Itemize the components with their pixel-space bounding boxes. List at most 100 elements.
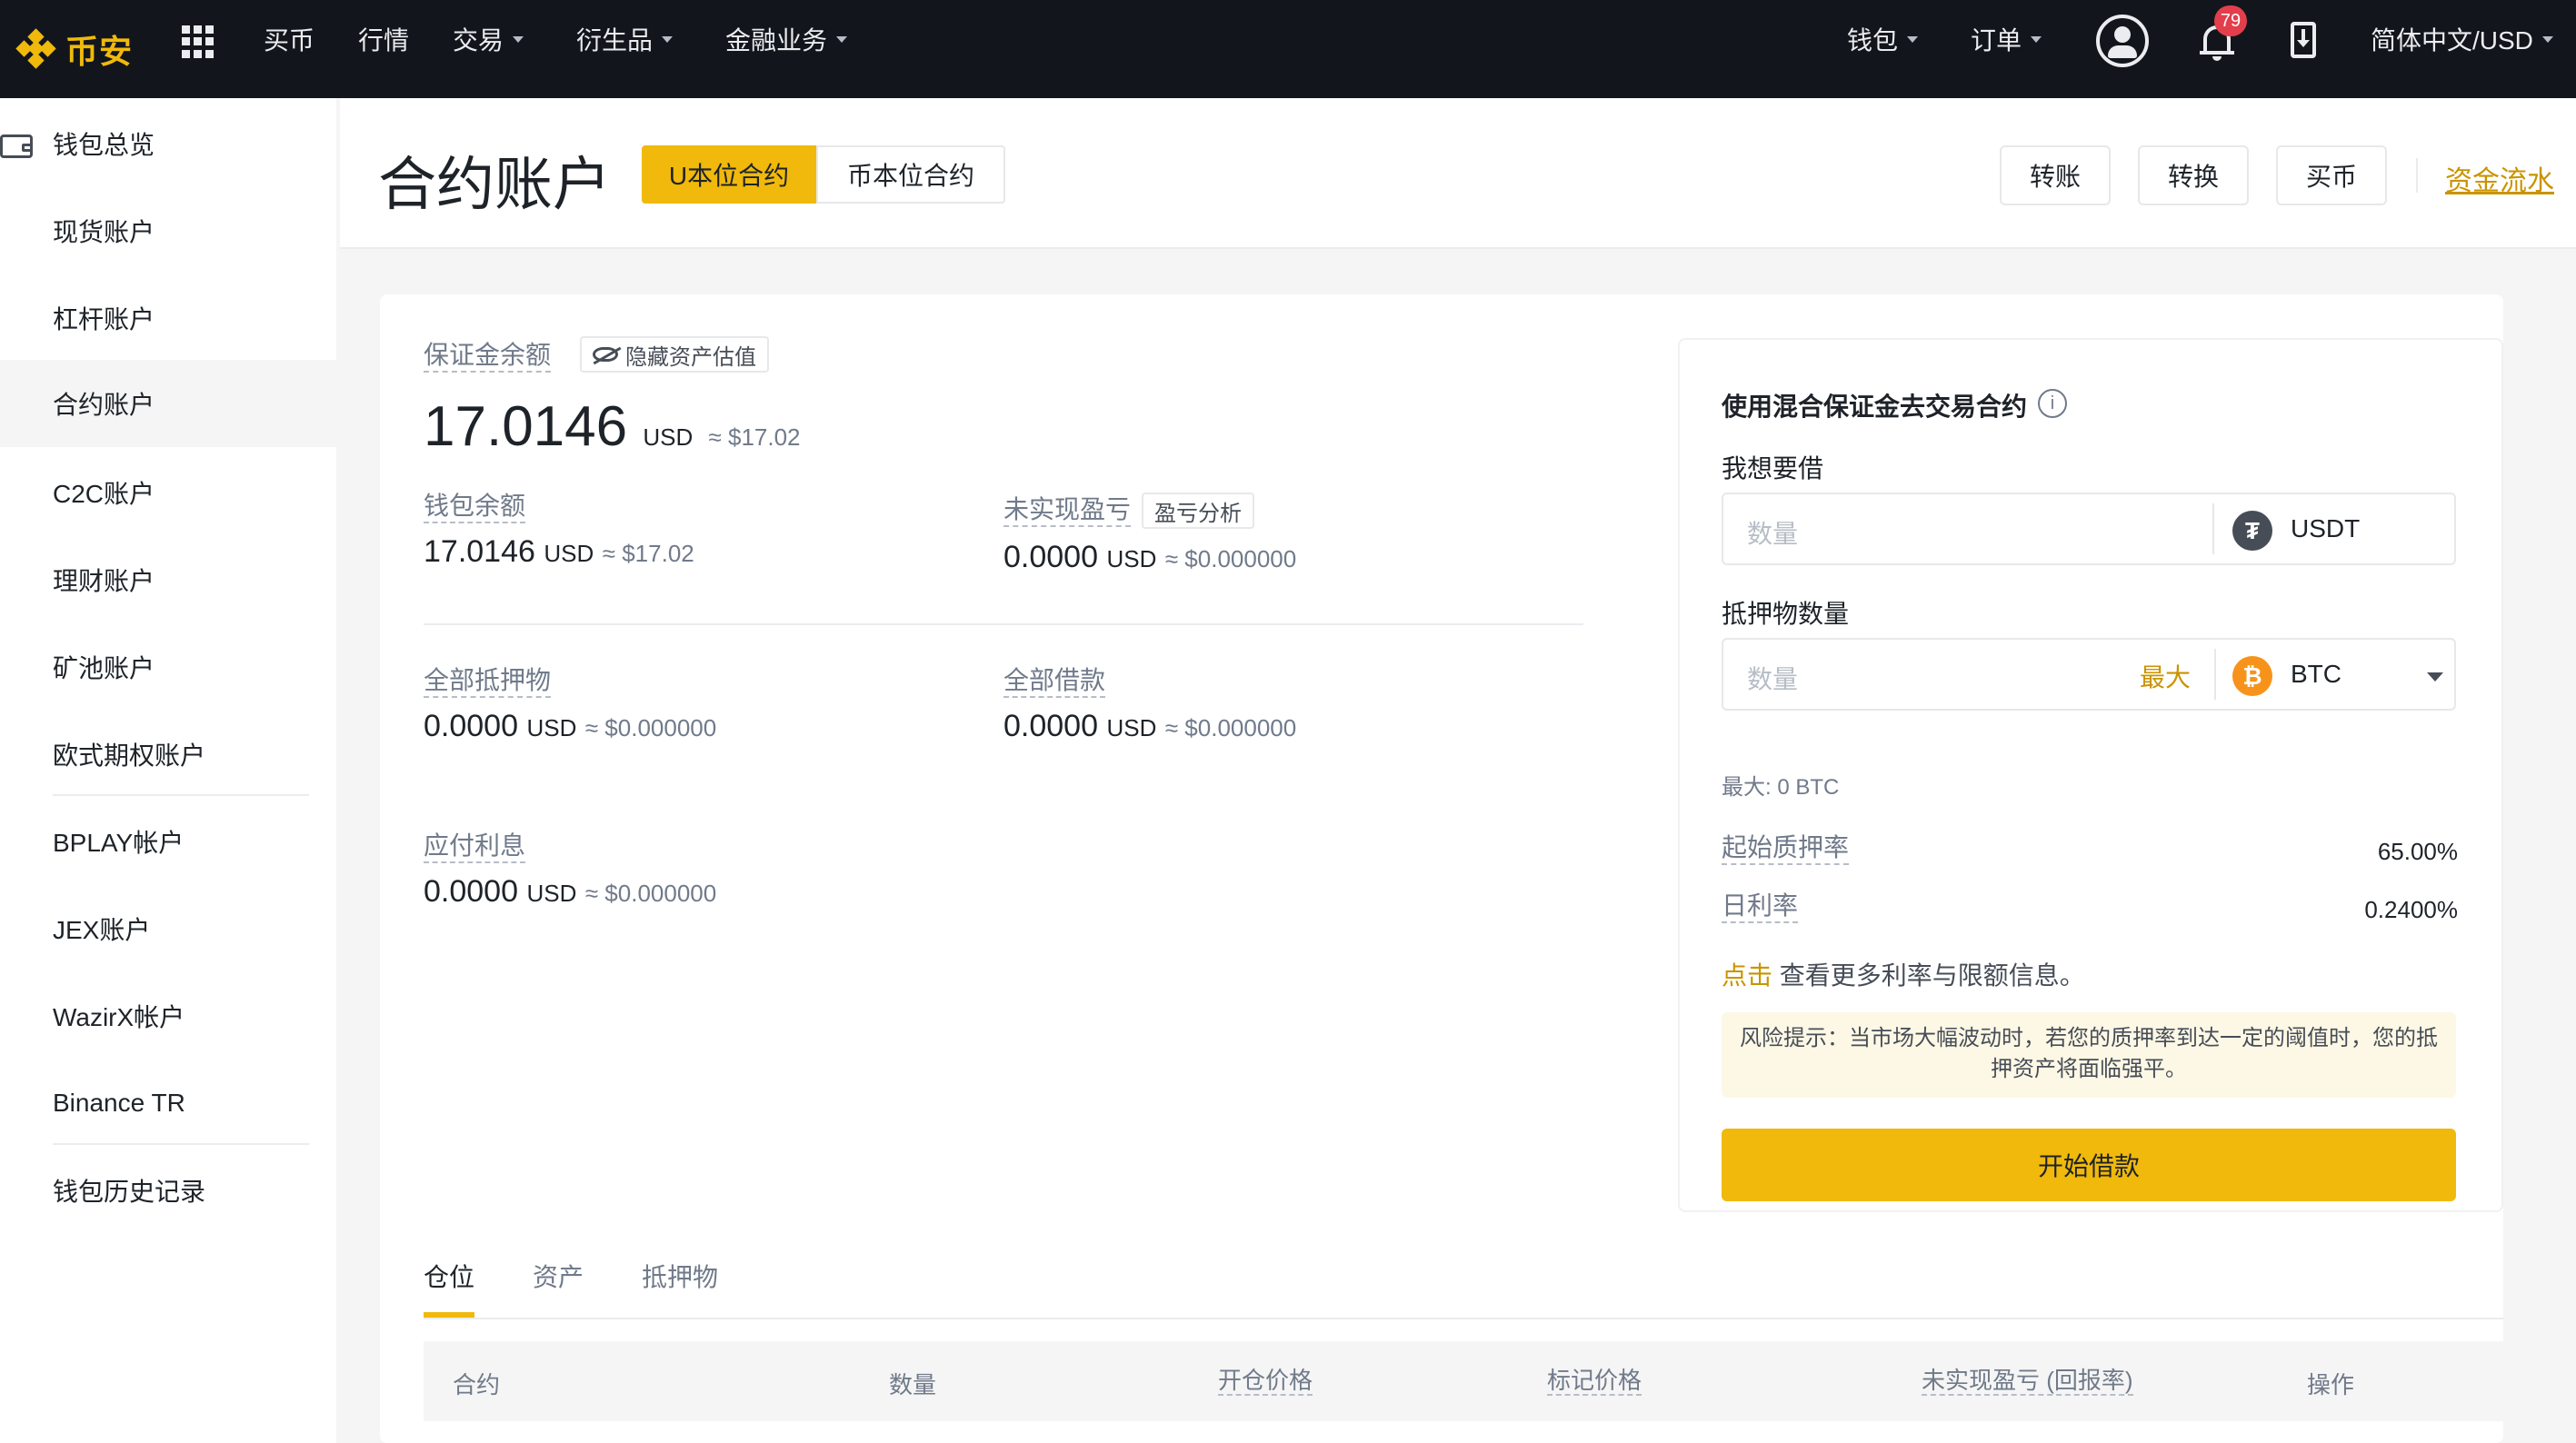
risk-warning-box: 风险提示：当市场大幅波动时，若您的质押率到达一定的阈值时，您的抵押资产将面临强平… (1722, 1012, 2456, 1098)
margin-balance-label: 保证金余额 (424, 340, 552, 373)
sidebar-item-label: BPLAY帐户 (53, 829, 185, 857)
pnl-analysis-button[interactable]: 盈亏分析 (1142, 493, 1254, 529)
column-header-unrealized-pnl: 未实现盈亏 (回报率) (1922, 1367, 2133, 1396)
chevron-down-icon (2031, 35, 2042, 43)
field-divider (2212, 503, 2214, 554)
notification-badge: 79 (2214, 5, 2247, 36)
interest-payable-approx: ≈ $0.000000 (584, 880, 717, 907)
nav-buy-crypto-label: 买币 (264, 26, 315, 55)
collateral-amount-label: 抵押物数量 (1722, 600, 1850, 628)
collateral-coin-name[interactable]: BTC (2291, 660, 2341, 689)
transaction-history-link[interactable]: 资金流水 (2445, 158, 2554, 198)
start-borrow-button[interactable]: 开始借款 (1722, 1129, 2456, 1201)
column-header-mark-price: 标记价格 (1547, 1367, 1642, 1396)
margin-balance-approx: ≈ $17.02 (708, 423, 801, 451)
borrow-amount-input[interactable]: 数量 (1747, 514, 1798, 551)
tab-collateral[interactable]: 抵押物 (642, 1258, 718, 1294)
total-borrowed-label: 全部借款 (1003, 665, 1106, 698)
tab-positions[interactable]: 仓位 (424, 1258, 474, 1294)
sidebar-item-spot[interactable]: 现货账户 (0, 191, 336, 271)
more-rates-line: 点击 查看更多利率与限额信息。 (1722, 956, 2085, 992)
language-currency-selector[interactable]: 简体中文/USD (2371, 0, 2553, 78)
collateral-amount-input[interactable]: 数量 (1747, 660, 1798, 696)
borrow-amount-field: 数量 ₮ USDT (1722, 493, 2456, 565)
sidebar-item-binance-tr[interactable]: Binance TR (0, 1063, 336, 1143)
nav-orders[interactable]: 订单 (1971, 0, 2042, 78)
sidebar-item-label: C2C账户 (53, 480, 155, 508)
sidebar-item-c2c[interactable]: C2C账户 (0, 453, 336, 532)
sidebar-item-jex[interactable]: JEX账户 (0, 889, 336, 969)
wallet-balance-unit: USD (544, 540, 594, 567)
apps-grid-icon[interactable] (182, 25, 215, 58)
total-collateral-label: 全部抵押物 (424, 665, 552, 698)
nav-finance[interactable]: 金融业务 (725, 0, 848, 78)
sidebar-item-wazirx[interactable]: WazirX帐户 (0, 976, 336, 1056)
nav-markets-label: 行情 (358, 26, 410, 55)
sidebar-item-options[interactable]: 欧式期权账户 (0, 714, 336, 794)
tab-usdm-futures[interactable]: U本位合约 (642, 145, 816, 204)
interest-payable-value: 0.0000 USD ≈ $0.000000 (424, 874, 716, 910)
total-collateral-value: 0.0000 USD ≈ $0.000000 (424, 709, 716, 744)
nav-trade[interactable]: 交易 (453, 0, 524, 78)
chevron-down-icon (836, 35, 848, 43)
borrow-amount-label: 我想要借 (1722, 454, 1824, 483)
sidebar-item-pool[interactable]: 矿池账户 (0, 627, 336, 707)
hide-balance-label: 隐藏资产估值 (625, 344, 756, 370)
hide-balance-toggle[interactable]: 隐藏资产估值 (580, 336, 769, 373)
nav-buy-crypto[interactable]: 买币 (264, 0, 315, 78)
tab-coinm-futures[interactable]: 币本位合约 (816, 145, 1005, 204)
unrealized-pnl-approx: ≈ $0.000000 (1164, 545, 1297, 572)
sidebar-item-label: 合约账户 (53, 391, 155, 419)
more-rates-text: 查看更多利率与限额信息。 (1779, 961, 2085, 990)
wallet-balance-value: 17.0146 USD ≈ $17.02 (424, 534, 694, 570)
tabs-divider (424, 1318, 2503, 1319)
interest-payable-amount: 0.0000 (424, 874, 518, 909)
margin-balance-value: 17.0146 USD ≈ $17.02 (424, 394, 801, 459)
nav-markets[interactable]: 行情 (358, 0, 409, 78)
nav-finance-label: 金融业务 (725, 26, 828, 55)
chevron-down-icon[interactable] (2427, 672, 2443, 682)
sidebar-divider (53, 1143, 309, 1145)
binance-logo[interactable]: 币安 (15, 20, 133, 78)
wallet-balance-amount: 17.0146 (424, 534, 535, 569)
tab-assets[interactable]: 资产 (533, 1258, 584, 1294)
nav-trade-label: 交易 (453, 26, 504, 55)
total-collateral-amount: 0.0000 (424, 709, 518, 743)
convert-button[interactable]: 转换 (2138, 145, 2249, 205)
total-borrowed-approx: ≈ $0.000000 (1164, 714, 1297, 741)
more-rates-link[interactable]: 点击 (1722, 961, 1772, 990)
sidebar-item-earn[interactable]: 理财账户 (0, 540, 336, 620)
max-button[interactable]: 最大 (2140, 658, 2191, 694)
daily-rate-value: 0.2400% (2364, 896, 2458, 923)
chevron-down-icon (1907, 35, 1919, 43)
column-header-size: 数量 (889, 1371, 937, 1398)
buy-crypto-button[interactable]: 买币 (2276, 145, 2387, 205)
transfer-button[interactable]: 转账 (2000, 145, 2111, 205)
sidebar-item-wallet-overview[interactable]: 钱包总览 (0, 104, 336, 184)
margin-balance-unit: USD (643, 423, 694, 451)
sidebar-item-bplay[interactable]: BPLAY帐户 (0, 801, 336, 881)
daily-rate-label: 日利率 (1722, 891, 1799, 923)
wallet-balance-approx: ≈ $17.02 (602, 540, 694, 567)
total-borrowed-value: 0.0000 USD ≈ $0.000000 (1003, 709, 1296, 744)
page-title: 合约账户 (378, 152, 611, 217)
header-divider (2416, 158, 2418, 193)
binance-logo-icon (15, 28, 56, 69)
sidebar-item-label: Binance TR (53, 1089, 185, 1117)
initial-ltv-value: 65.00% (2377, 838, 2458, 865)
unrealized-pnl-label: 未实现盈亏 (1003, 494, 1132, 527)
info-icon[interactable]: i (2038, 389, 2067, 418)
sidebar-item-wallet-history[interactable]: 钱包历史记录 (0, 1150, 336, 1230)
nav-orders-label: 订单 (1971, 26, 2022, 55)
sidebar-item-margin[interactable]: 杠杆账户 (0, 278, 336, 358)
mixed-margin-borrow-panel: 使用混合保证金去交易合约 i 我想要借 数量 ₮ USDT 抵押物数量 数量 最… (1678, 338, 2503, 1212)
max-collateral-note: 最大: 0 BTC (1722, 775, 1840, 800)
column-header-actions: 操作 (2307, 1371, 2355, 1398)
nav-wallet[interactable]: 钱包 (1847, 0, 1919, 78)
btc-coin-icon: ₿ (2232, 656, 2272, 696)
nav-derivatives[interactable]: 衍生品 (576, 0, 674, 78)
positions-table-header: 合约 数量 开仓价格 标记价格 未实现盈亏 (回报率) 操作 (424, 1341, 2503, 1421)
user-icon[interactable] (2096, 15, 2149, 67)
sidebar-item-futures[interactable]: 合约账户 (0, 360, 336, 447)
download-icon[interactable] (2291, 22, 2316, 58)
